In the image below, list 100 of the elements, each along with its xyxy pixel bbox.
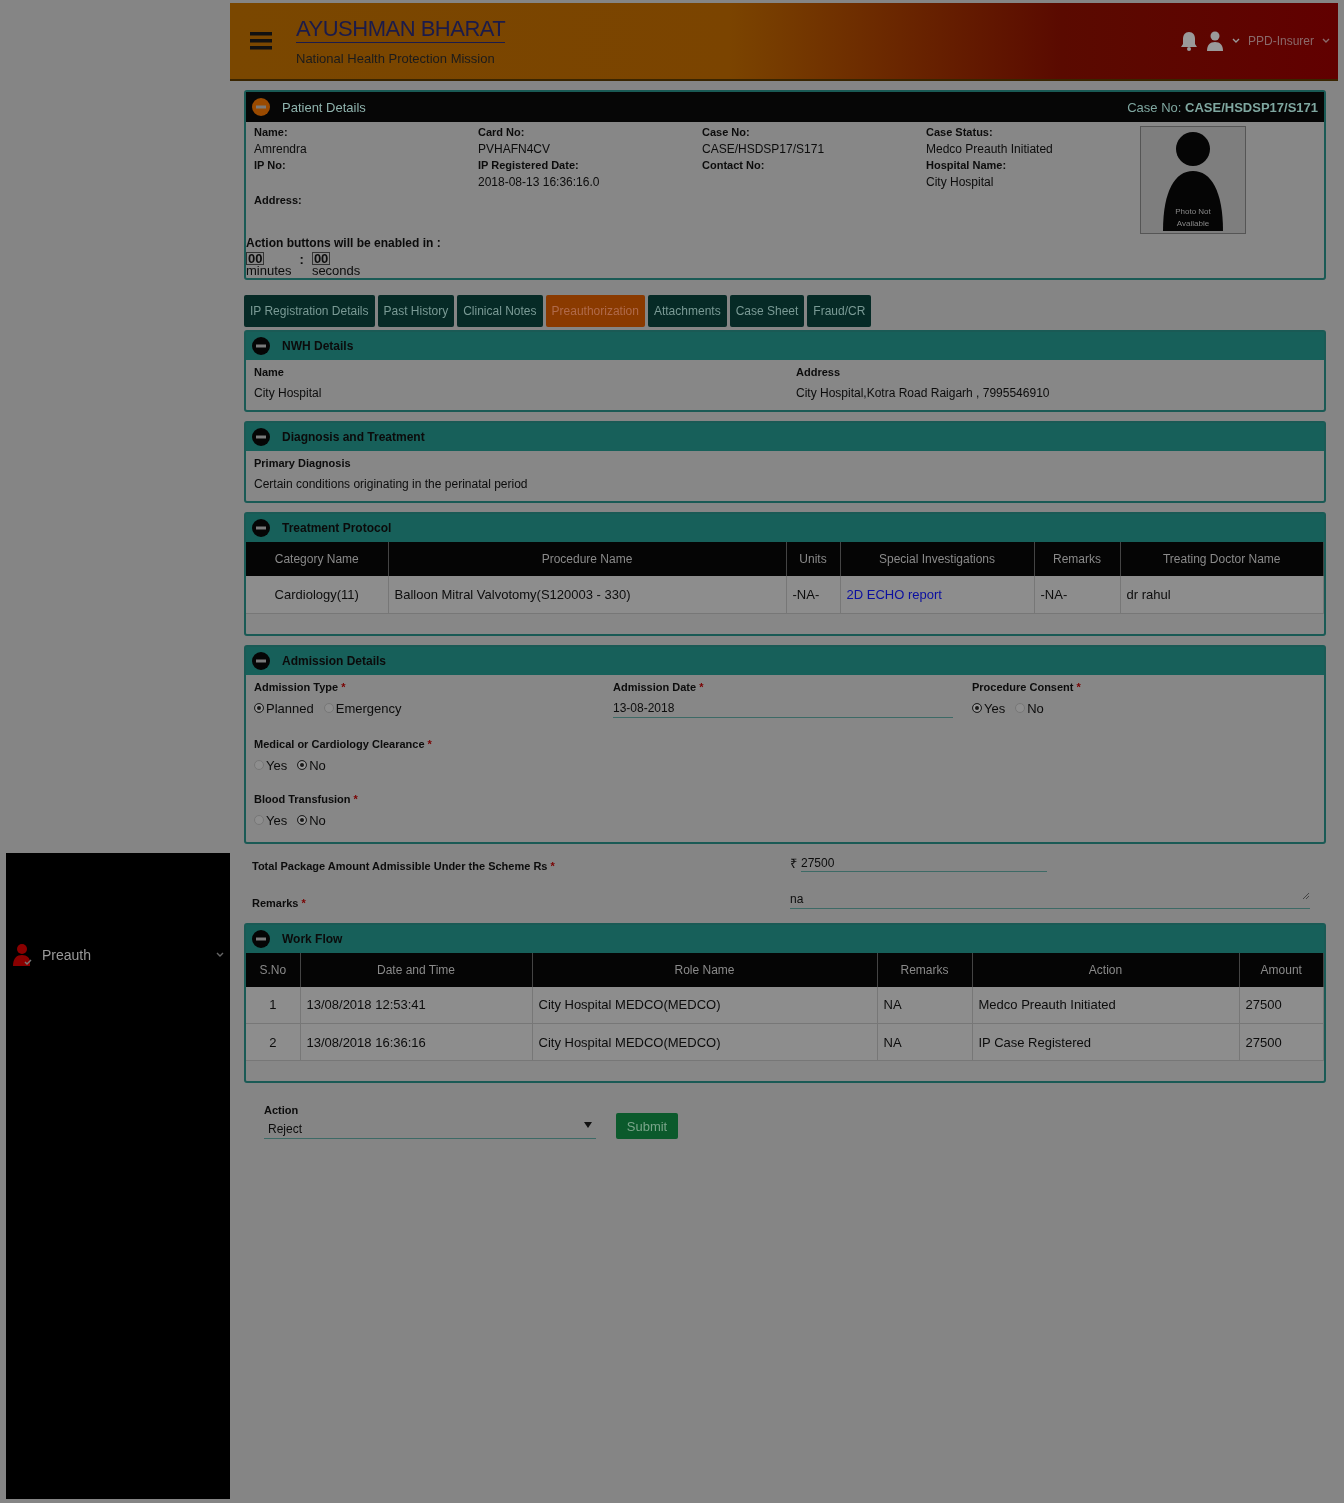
field-label: Primary Diagnosis (254, 457, 352, 469)
table-cell: -NA- (1034, 576, 1120, 613)
action-select[interactable]: Reject (264, 1122, 596, 1139)
field-label: Total Package Amount Admissible Under the Scheme Rs * (252, 859, 556, 872)
column-header: Special Investigations (840, 542, 1034, 576)
table-cell: Balloon Mitral Valvotomy(S120003 - 330) (388, 576, 786, 613)
field-value: City Hospital,Kotra Road Raigarh , 7995546910 (796, 386, 1051, 400)
field-label: Blood Transfusion * (254, 792, 359, 805)
table-cell: 2 (246, 1023, 300, 1061)
resize-handle-icon[interactable] (1302, 891, 1310, 900)
field-label: Address (796, 366, 842, 378)
required-mark: * (353, 792, 358, 805)
radio-icon[interactable] (254, 703, 264, 713)
field-label: IP No: (254, 159, 287, 171)
radio-option[interactable]: No (297, 812, 326, 828)
field-label: Remarks * (252, 896, 307, 909)
column-header: Remarks (877, 952, 972, 987)
user-name[interactable]: PPD-Insurer (1247, 34, 1314, 48)
collapse-icon[interactable] (252, 519, 270, 537)
sidebar-item[interactable]: Preauth (6, 941, 230, 969)
field-label: Name (254, 366, 285, 378)
time-separator: : (299, 252, 304, 267)
collapse-icon[interactable] (252, 337, 270, 355)
panel-title: Patient Details (282, 99, 367, 115)
option-label: Emergency (335, 700, 402, 716)
remarks-field[interactable]: na (790, 891, 1310, 909)
user-icon[interactable] (1205, 31, 1224, 51)
table-cell: 1 (246, 986, 300, 1024)
photo-caption: Photo Not Available (1174, 206, 1212, 230)
field-label: Admission Date * (613, 680, 705, 693)
field-value: 2018-08-13 16:36:16.0 (478, 175, 601, 189)
menu-icon[interactable] (250, 32, 272, 50)
required-mark: * (699, 680, 704, 693)
seconds-label: seconds (311, 265, 361, 276)
submit-button[interactable]: Submit (616, 1113, 678, 1139)
field-label: Contact No: (702, 159, 766, 171)
radio-option[interactable]: Yes (254, 812, 288, 828)
collapse-icon[interactable] (252, 929, 270, 948)
table-cell: City Hospital MEDCO(MEDCO) (532, 986, 877, 1024)
required-mark: * (550, 859, 555, 872)
chevron-down-icon (1322, 38, 1330, 44)
option-label: No (1027, 700, 1044, 716)
panel-title: Treatment Protocol (282, 521, 392, 535)
tab[interactable]: Case Sheet (729, 295, 805, 327)
radio-option[interactable]: Planned (254, 700, 314, 716)
table-cell: 27500 (1239, 1023, 1324, 1061)
required-mark: * (341, 680, 346, 693)
date-field[interactable]: 13-08-2018 (613, 700, 953, 718)
table-cell: 13/08/2018 12:53:41 (300, 986, 532, 1024)
radio-icon[interactable] (297, 760, 308, 770)
field-label: Name: (254, 126, 289, 138)
required-mark: * (1076, 680, 1081, 693)
tab[interactable]: Fraud/CR (807, 295, 872, 327)
radio-icon[interactable] (972, 703, 982, 713)
field-label: Admission Type * (254, 680, 347, 693)
bell-icon[interactable] (1179, 31, 1198, 51)
field-value: City Hospital (926, 175, 995, 189)
tab[interactable]: Past History (377, 295, 455, 327)
collapse-icon[interactable] (252, 651, 270, 670)
column-header: Units (786, 542, 840, 576)
table-cell: NA (877, 1023, 972, 1061)
table-cell: 27500 (1239, 986, 1324, 1024)
field-label: Medical or Cardiology Clearance * (254, 737, 433, 750)
tab[interactable]: Attachments (647, 295, 727, 327)
collapse-icon[interactable] (252, 98, 270, 116)
radio-option[interactable]: Yes (972, 700, 1006, 716)
radio-icon[interactable] (297, 815, 308, 825)
option-label: Yes (984, 700, 1006, 716)
option-label: Planned (266, 700, 314, 716)
field-value: PVHAFN4CV (478, 142, 552, 156)
column-header: Date and Time (300, 952, 532, 987)
amount-field[interactable]: 27500 (801, 855, 1047, 872)
table-cell: Medco Preauth Initiated (972, 986, 1239, 1024)
field-label: Hospital Name: (926, 159, 1008, 171)
field-value: Amrendra (254, 142, 308, 156)
column-header: Category Name (246, 542, 388, 576)
collapse-icon[interactable] (252, 428, 270, 446)
tab[interactable]: IP Registration Details (244, 295, 375, 327)
panel-title: Diagnosis and Treatment (282, 430, 425, 444)
field-value: Certain conditions originating in the perinatal period (254, 477, 529, 491)
minutes-label: minutes (246, 265, 292, 276)
radio-option[interactable]: No (1015, 700, 1044, 716)
field-label: Card No: (478, 126, 526, 138)
radio-option[interactable]: No (297, 757, 326, 773)
field-value: City Hospital (254, 386, 323, 400)
table-cell: 13/08/2018 16:36:16 (300, 1023, 532, 1061)
panel-title: Work Flow (282, 931, 343, 946)
chevron-down-icon (1231, 38, 1240, 44)
tab[interactable]: Clinical Notes (457, 295, 543, 327)
required-mark: * (301, 896, 306, 909)
timer-label: Action buttons will be enabled in : (246, 236, 442, 250)
option-label: Yes (266, 757, 288, 773)
column-header: Procedure Name (388, 542, 786, 576)
field-label: IP Registered Date: (478, 159, 580, 171)
option-label: Yes (266, 812, 288, 828)
radio-option[interactable]: Emergency (323, 700, 402, 716)
panel-title: Admission Details (282, 653, 387, 668)
field-value: Medco Preauth Initiated (926, 142, 1054, 156)
currency-symbol: ₹ (790, 854, 797, 872)
radio-option[interactable]: Yes (254, 757, 288, 773)
